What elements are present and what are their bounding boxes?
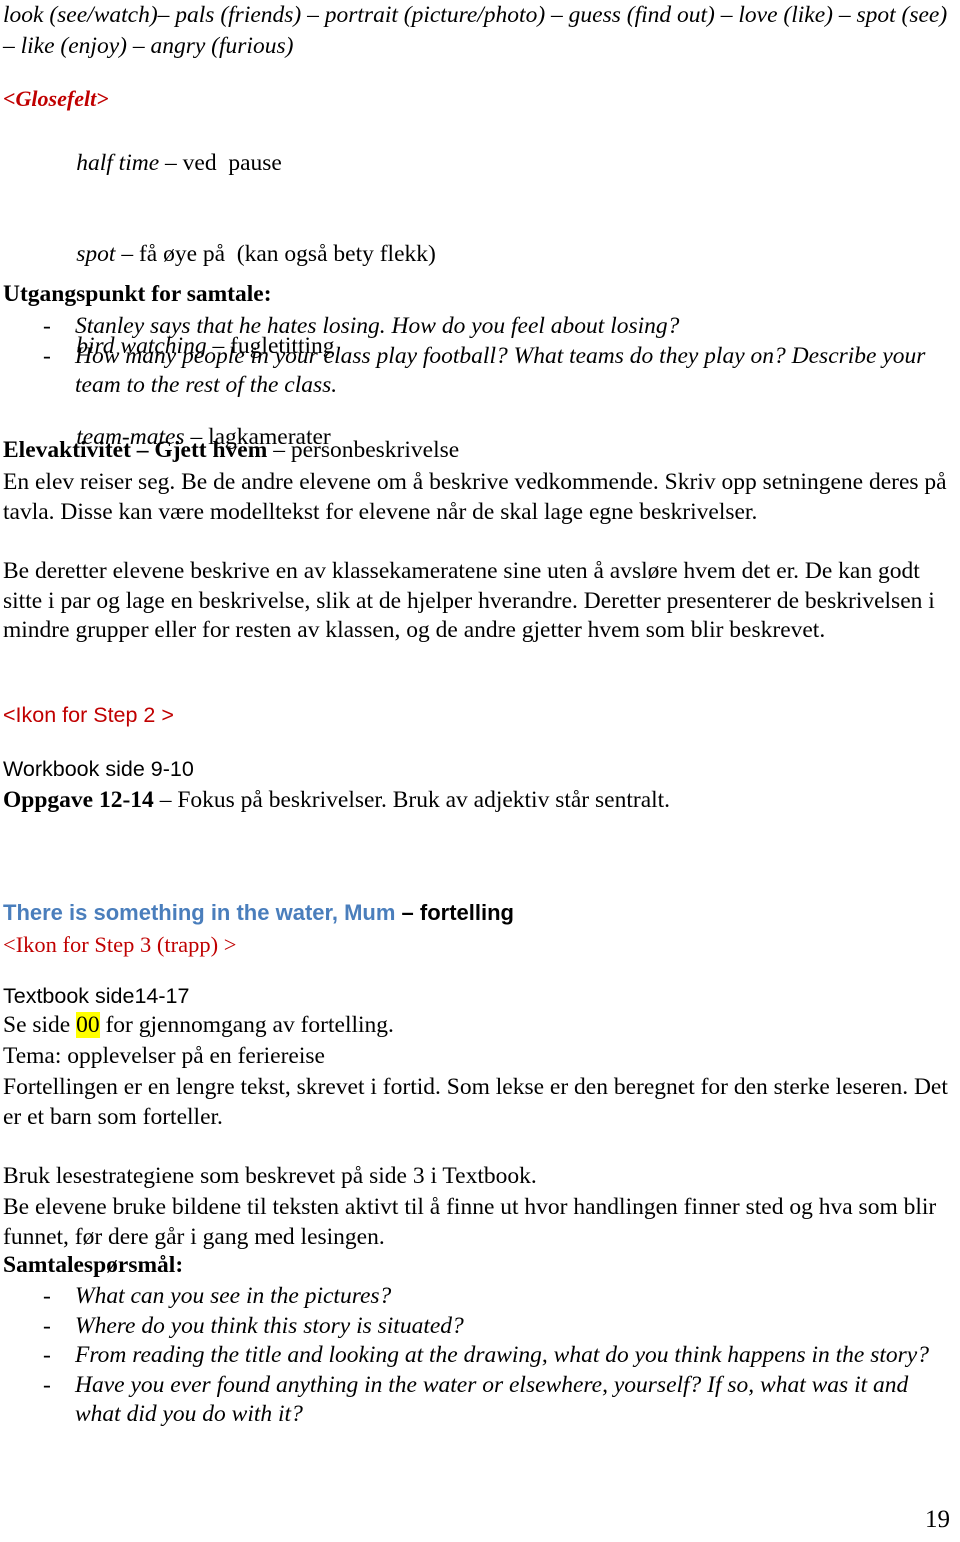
list-item: - Where do you think this story is situa… <box>3 1312 958 1342</box>
list-item-text: Have you ever found anything in the wate… <box>75 1371 909 1428</box>
list-item: - What can you see in the pictures? <box>3 1282 958 1312</box>
glossary-entry: half time – ved pause <box>41 117 941 209</box>
bruk-lesestrategiene-line: Bruk lesestrategiene som beskrevet på si… <box>3 1163 537 1189</box>
ikon-step3-note: <Ikon for Step 3 (trapp) > <box>3 932 237 957</box>
list-item: - Stanley says that he hates losing. How… <box>3 312 953 342</box>
utgangspunkt-heading: Utgangspunkt for samtale: <box>3 281 272 307</box>
se-side-prefix: Se side <box>3 1012 77 1038</box>
list-item: - How many people in your class play foo… <box>3 342 953 401</box>
dash-bullet: - <box>43 1371 51 1398</box>
tema-line: Tema: opplevelser på en feriereise <box>3 1043 325 1069</box>
elevaktivitet-paragraph-2: Be deretter elevene beskrive en av klass… <box>3 558 935 643</box>
se-side-line: Se side 00 for gjennomgang av fortelling… <box>3 1012 394 1039</box>
vocabulary-word-list: look (see/watch)– pals (friends) – portr… <box>3 2 948 59</box>
glossary-term: spot <box>76 241 116 267</box>
elevaktivitet-paragraph-1: En elev reiser seg. Be de andre elevene … <box>3 469 947 525</box>
elevaktivitet-heading-bold: Elevaktivitet – Gjett hvem <box>3 437 268 463</box>
story-genre: – fortelling <box>395 900 514 925</box>
story-title: There is something in the water, Mum <box>3 900 396 925</box>
oppgave-description: – Fokus på beskrivelser. Bruk av adjekti… <box>153 787 671 813</box>
textbook-reference: Textbook side14-17 <box>3 984 190 1008</box>
oppgave-reference: Oppgave 12-14 – Fokus på beskrivelser. B… <box>3 787 670 814</box>
page-placeholder-highlight: 00 <box>76 1012 100 1038</box>
list-item: - From reading the title and looking at … <box>3 1341 958 1371</box>
utgangspunkt-list: - Stanley says that he hates losing. How… <box>3 312 953 401</box>
dash-bullet: - <box>43 313 51 339</box>
glossary-separator: – <box>159 149 183 176</box>
dash-bullet: - <box>43 1312 51 1339</box>
workbook-reference: Workbook side 9-10 <box>3 757 194 781</box>
list-item-text: Where do you think this story is situate… <box>75 1312 464 1339</box>
glossary-definition: få øye på (kan også bety flekk) <box>138 241 436 267</box>
elevaktivitet-heading-rest: – personbeskrivelse <box>267 437 460 463</box>
page-number: 19 <box>925 1506 950 1533</box>
glossary-term: half time <box>76 149 160 176</box>
list-item: - Have you ever found anything in the wa… <box>3 1371 958 1430</box>
list-item-text: From reading the title and looking at th… <box>75 1342 929 1368</box>
samtalesporsmal-heading: Samtalespørsmål: <box>3 1252 184 1278</box>
story-title-heading: There is something in the water, Mum – f… <box>3 900 514 926</box>
dash-bullet: - <box>43 1342 51 1368</box>
dash-bullet: - <box>43 342 51 369</box>
fortellingen-paragraph: Fortellingen er en lengre tekst, skrevet… <box>3 1074 948 1130</box>
oppgave-label: Oppgave 12-14 <box>3 787 154 813</box>
list-item-text: How many people in your class play footb… <box>75 342 926 399</box>
samtalesporsmal-list: - What can you see in the pictures? - Wh… <box>3 1282 958 1430</box>
dash-bullet: - <box>43 1283 51 1309</box>
document-page: look (see/watch)– pals (friends) – portr… <box>0 0 960 1542</box>
list-item-text: Stanley says that he hates losing. How d… <box>75 313 680 339</box>
glossary-separator: – <box>115 241 139 267</box>
elevaktivitet-heading: Elevaktivitet – Gjett hvem – personbeskr… <box>3 437 459 464</box>
list-item-text: What can you see in the pictures? <box>75 1283 392 1309</box>
glossary-definition: ved pause <box>182 149 282 176</box>
se-side-suffix: for gjennomgang av fortelling. <box>99 1012 394 1038</box>
ikon-step2-note: <Ikon for Step 2 > <box>3 703 174 727</box>
glosefelt-heading: <Glosefelt> <box>3 86 109 111</box>
be-elevene-paragraph: Be elevene bruke bildene til teksten akt… <box>3 1194 937 1250</box>
